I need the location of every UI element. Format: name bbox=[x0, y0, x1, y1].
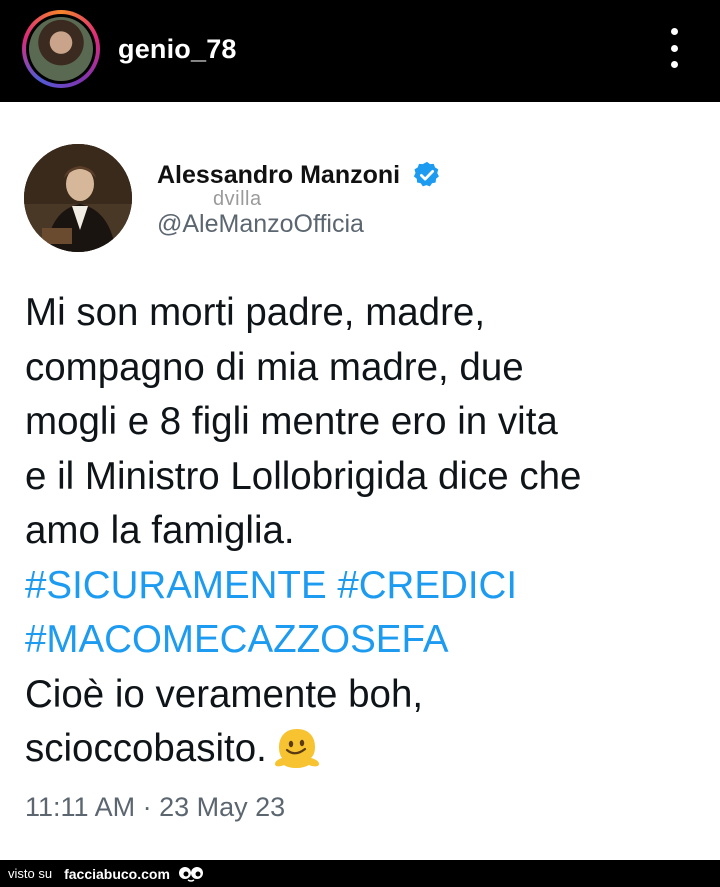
footer-label: visto su bbox=[8, 866, 53, 881]
dot bbox=[670, 28, 678, 35]
author-handle[interactable]: @AleManzoOfficia bbox=[157, 210, 364, 239]
tweet-line: Cioè io veramente boh, bbox=[25, 672, 424, 716]
tweet-text: Mi son morti padre, madre, compagno di m… bbox=[25, 286, 695, 777]
dot bbox=[670, 44, 678, 52]
portrait-image bbox=[24, 144, 132, 252]
watermark-footer: visto su facciabuco.com bbox=[0, 860, 720, 887]
dot bbox=[670, 61, 678, 68]
profile-avatar[interactable] bbox=[29, 17, 93, 81]
tweet-line: Mi son morti padre, madre, bbox=[25, 291, 486, 334]
overlay-watermark: dvilla bbox=[213, 188, 262, 210]
footer-site: facciabuco.com bbox=[64, 865, 170, 882]
hashtag-line: #MACOMECAZZOSEFA bbox=[25, 613, 695, 668]
hashtag-line: #SICURAMENTE #CREDICI bbox=[25, 559, 695, 614]
tweet-line: compagno di mia madre, due bbox=[25, 345, 524, 389]
tweet-timestamp[interactable]: 11:11 AM · 23 May 23 bbox=[25, 792, 285, 823]
tweet-line: e il Ministro Lollobrigida dice che bbox=[25, 454, 582, 498]
profile-avatar-ring[interactable] bbox=[22, 10, 100, 88]
tweet-author-avatar[interactable] bbox=[24, 144, 132, 252]
tweet-author: Alessandro Manzoni bbox=[157, 160, 442, 190]
verified-badge-icon bbox=[413, 161, 439, 187]
tweet-line: amo la famiglia. bbox=[25, 509, 295, 552]
tweet-line: scioccobasito. bbox=[25, 727, 267, 770]
author-name[interactable]: Alessandro Manzoni bbox=[157, 161, 400, 190]
more-options-icon[interactable] bbox=[662, 28, 686, 68]
tweet-line-last: scioccobasito. bbox=[25, 722, 695, 777]
hashtag-link[interactable]: #MACOMECAZZOSEFA bbox=[25, 618, 449, 661]
instagram-header: genio_78 bbox=[0, 0, 720, 102]
melting-face-emoji bbox=[274, 729, 319, 768]
hashtag-link[interactable]: #CREDICI bbox=[337, 564, 517, 607]
profile-avatar-frame bbox=[26, 14, 96, 84]
username[interactable]: genio_78 bbox=[118, 34, 237, 65]
tweet-card: Alessandro Manzoni dvilla @AleManzoOffic… bbox=[0, 102, 720, 860]
hashtag-link[interactable]: #SICURAMENTE bbox=[25, 564, 327, 607]
facciabuco-logo bbox=[178, 866, 203, 882]
tweet-line: mogli e 8 figli mentre ero in vita bbox=[25, 400, 558, 443]
